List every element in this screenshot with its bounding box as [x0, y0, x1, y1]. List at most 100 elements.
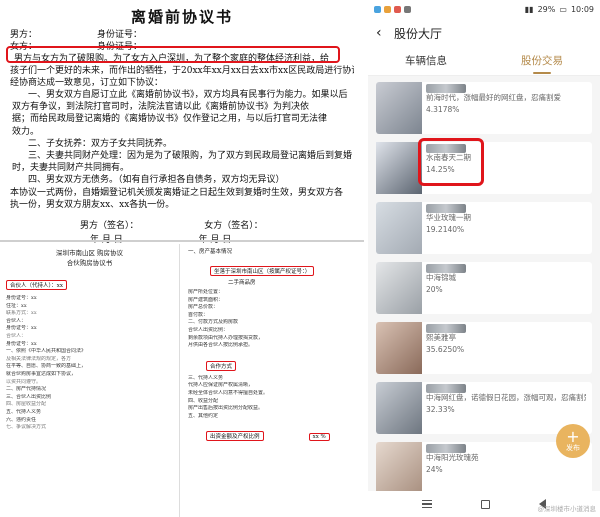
contract-b-lines: 房产所处位置： 房产建筑面积： 房产总价款： 首付款： 二、付款方式及购房款 合伙人出资比…: [188, 289, 358, 350]
page-title: 股份大厅: [394, 26, 443, 41]
home-icon[interactable]: [480, 499, 490, 509]
percentage-tag: xx %: [308, 433, 330, 442]
contract-line: 五、代持人义务: [6, 408, 42, 415]
listing-texts: 前海时代，涨幅最好的网红盘，忍痛割爱 4.3178%: [426, 92, 586, 115]
clause-line: 二、子女抚养：双方子女共同抚养。: [28, 138, 173, 149]
property-thumbnail: [376, 202, 422, 254]
app-notification-icon: [374, 5, 381, 13]
clause-line: 据；而给民政局登记离婚的《离婚协议书》仅作登记之用，与以后打官司无法律: [12, 114, 328, 125]
contract-line: 合伙人出资比例：: [188, 326, 229, 333]
divorce-agreement-document: 离婚前协议书 男方： 身份证号： 女方： 身份证号： 男方与女方为了破限购。为了女方…: [0, 0, 364, 245]
contract-line: 三、合伙人出资比例: [6, 393, 52, 400]
listing-texts: 熙美雅亭 35.6250%: [426, 332, 586, 355]
property-section-label: 一、房产基本情况: [188, 249, 233, 255]
app-notification-icon: [384, 5, 391, 13]
contract-subtitle: 合伙购房协议书: [66, 259, 113, 267]
listing-share-percentage: 20%: [426, 285, 443, 294]
listing-texts: 华业玫瑰一期 19.2140%: [426, 212, 586, 235]
property-thumbnail: [376, 142, 422, 194]
contract-line: 房产所处位置：: [188, 289, 224, 295]
plus-icon: +: [566, 426, 580, 446]
intro-highlight-text: 男方与女方为了破限购。为了女方入户深圳，为了整个家庭的整体经济利益，: [14, 54, 321, 64]
mosaic-blur: [426, 324, 466, 333]
clause-line: 四、男女双方无债务。（如有自行承担各自债务，双方均无异议）: [28, 175, 285, 186]
document-title: 离婚前协议书: [130, 8, 233, 26]
signal-icon: ▮▮: [524, 4, 534, 14]
contract-line: 月供由各合伙人按比例承担。: [188, 342, 254, 349]
share-listing-item[interactable]: 中海网红盘，诺德假日花园，涨幅可观，忍痛割爱 32.33%: [376, 382, 592, 434]
status-time: 10:09: [570, 4, 594, 14]
tab-share-trading[interactable]: 股份交易: [484, 48, 600, 75]
contract-line: 房产建筑面积：: [188, 296, 224, 303]
listing-texts: 中海网红盘，诺德假日花园，涨幅可观，忍痛割爱 32.33%: [426, 392, 586, 415]
contract-line: 以资共同遵守。: [6, 378, 42, 385]
contract-line: 房产出售后按出资比例分配收益。: [188, 405, 264, 412]
listing-texts: 中海阳光玫瑰苑 24%: [426, 452, 586, 475]
menu-icon[interactable]: [422, 500, 433, 508]
contract-line: 在平等、自愿、协商一致的基础上，: [6, 363, 87, 370]
app-notification-icon: [404, 5, 411, 13]
contract-line: 未经全体合伙人同意不得擅自处置。: [188, 389, 269, 396]
clause-line: 双方有争议，到法院打官司时，法院法官请以此《离婚前协议书》为判决依: [12, 102, 310, 113]
mosaic-blur: [426, 264, 466, 273]
contract-line: 剩余款项由代持人办理按揭贷款，: [188, 334, 264, 341]
purchase-agreement-page-1: 深圳市南山区 购房协议 合伙购房协议书 合伙人（代持人）：xx 身份证号：xx 住…: [0, 244, 180, 517]
highlight-box: [418, 138, 484, 186]
listing-name: 熙美雅亭: [426, 333, 456, 342]
contract-line: 七、争议解决方式: [6, 424, 47, 431]
female-party-row: 女方： 身份证号：: [10, 41, 354, 53]
back-arrow-icon[interactable]: ‹: [376, 25, 390, 41]
signature-row: 男方（签名）： 女方（签名）：: [10, 219, 354, 233]
clause-line: 效力。: [12, 126, 40, 137]
male-id-label: 身份证号：: [97, 30, 143, 40]
listing-name: 中海锦城: [426, 273, 456, 282]
listing-share-percentage: 32.33%: [426, 405, 455, 414]
female-id-label: 身份证号：: [97, 42, 143, 52]
purchase-agreement-page-2: 一、房产基本情况 坐落于深圳市南山区（按属产权证号：） 二手商品房 房产所处位置…: [182, 244, 364, 517]
contract-line: 一、依照《中华人民共和国合同法》: [6, 348, 87, 355]
contract-a-lines: 身份证号：xx 住址：xx 联系方式：xx 合伙人： 身份证号：xx 合伙人： 身份证号：x…: [6, 295, 173, 432]
contract-b-lines-2: 三、代持人义务 代持人应保证房产权属清晰， 未经全体合伙人同意不得擅自处置。 四、收益…: [188, 375, 358, 421]
share-listing-item[interactable]: 华业玫瑰一期 19.2140%: [376, 202, 592, 254]
contract-line: 二、房产代持情况: [6, 386, 47, 393]
contract-line: 四、收益分配: [188, 397, 219, 404]
intro-line-2: 孩子们一个更好的未来，而作出的牺牲，于20xx年xx月xx日去xx市xx区民政局…: [10, 66, 354, 76]
property-thumbnail: [376, 442, 422, 494]
phone-screen: ▮▮ 29% ▭ 10:09 ‹ 股份大厅 车辆信息 股份交易 前海时代，涨幅最…: [368, 0, 600, 517]
listing-name: 前海时代，涨幅最好的网红盘，忍痛割爱: [426, 93, 561, 102]
property-thumbnail: [376, 262, 422, 314]
contract-line: 五、其他约定: [188, 412, 219, 419]
property-location-tag: 坐落于深圳市南山区（按属产权证号：）: [210, 266, 315, 276]
clause-line: 执一份，男女双方朋友xx、xx各执一份。: [10, 199, 175, 210]
clause-line: 一、男女双方自愿订立此《离婚前协议书》，双方均具有民事行为能力。如果以后: [28, 90, 348, 100]
property-thumbnail: [376, 82, 422, 134]
system-status: ▮▮ 29% ▭ 10:09: [525, 5, 594, 14]
contract-line: 代持人应保证房产权属清晰，: [188, 382, 254, 389]
app-notification-icon: [394, 5, 401, 13]
contract-line: 就合伙购房事宜达成如下协议，: [6, 370, 77, 377]
share-listing-item[interactable]: 水南春天二期 14.25%: [376, 138, 592, 194]
investment-ratio-tag: 出资金额及产权比例: [206, 431, 264, 442]
contract-line: 六、违约责任: [6, 416, 37, 423]
property-type-tag: 二手商品房: [228, 280, 256, 286]
share-listing-item[interactable]: 中海锦城 20%: [376, 262, 592, 314]
clauses: 一、男女双方自愿订立此《离婚前协议书》，双方均具有民事行为能力。如果以后双方有争…: [10, 89, 354, 211]
notification-icons: [374, 5, 411, 13]
listing-name: 中海网红盘，诺德假日花园，涨幅可观，忍痛割爱: [426, 393, 586, 402]
contract-line: 四、房屋收益分配: [6, 401, 47, 408]
property-thumbnail: [376, 382, 422, 434]
share-listing-item[interactable]: 熙美雅亭 35.6250%: [376, 322, 592, 374]
tab-vehicle-info[interactable]: 车辆信息: [368, 48, 484, 75]
intro-tail: 给: [320, 54, 330, 64]
mosaic-blur: [426, 204, 466, 213]
contract-line: 住址：xx: [6, 302, 27, 309]
battery-icon: ▭: [559, 4, 567, 14]
share-listing-item[interactable]: 前海时代，涨幅最好的网红盘，忍痛割爱 4.3178%: [376, 82, 592, 134]
tab-bar: 车辆信息 股份交易: [368, 48, 600, 76]
female-label: 女方：: [10, 42, 38, 52]
male-label: 男方：: [10, 30, 38, 40]
contract-line: 身份证号：xx: [6, 340, 37, 347]
app-header: ‹ 股份大厅: [368, 18, 600, 48]
publish-button[interactable]: + 发布: [556, 424, 590, 458]
listing-share-percentage: 35.6250%: [426, 345, 465, 354]
